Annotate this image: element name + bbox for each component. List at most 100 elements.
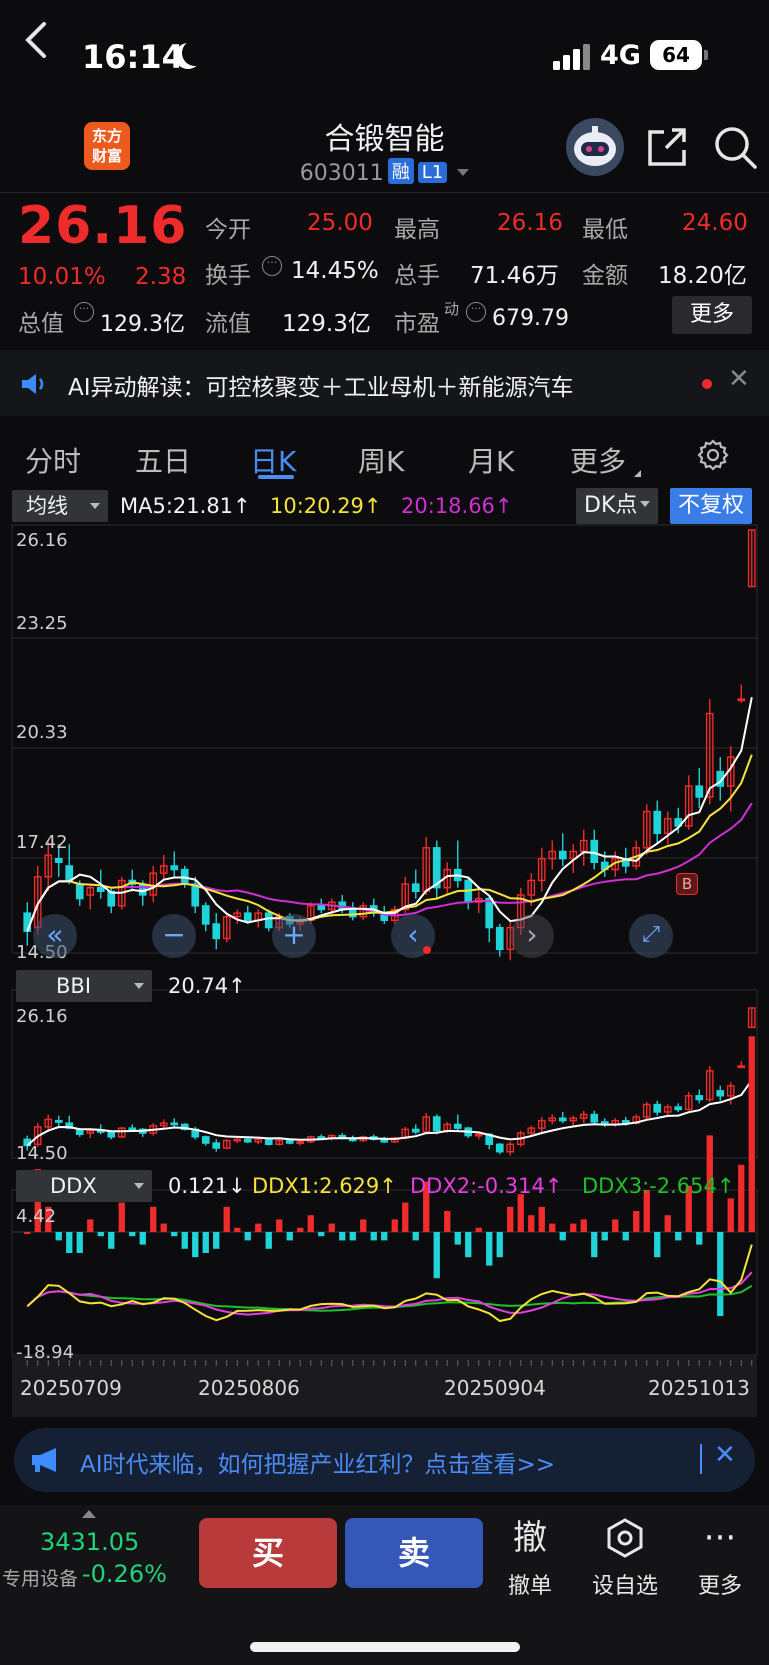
- candle: [558, 850, 567, 860]
- candle: [23, 912, 32, 932]
- buy-signal-marker[interactable]: B: [676, 873, 698, 895]
- sector-index-value[interactable]: 3431.05: [40, 1528, 139, 1556]
- ddx-bar: [696, 1232, 703, 1245]
- scroll-right-icon[interactable]: ›: [510, 914, 554, 958]
- candle: [411, 883, 420, 893]
- share-icon[interactable]: [646, 126, 690, 168]
- info-icon[interactable]: ···: [466, 302, 486, 322]
- fullscreen-icon[interactable]: ⤢: [629, 914, 673, 958]
- ddx-bar: [486, 1232, 493, 1266]
- ddx-bar: [591, 1232, 598, 1258]
- kline-chart[interactable]: [0, 490, 769, 1430]
- tab-more[interactable]: 更多: [570, 440, 626, 480]
- ddx-bar: [213, 1232, 220, 1249]
- ddx-bar: [286, 1232, 293, 1241]
- ddx-bar: [202, 1232, 209, 1253]
- active-tab-indicator: [258, 475, 294, 479]
- scroll-left-fast-icon[interactable]: «: [33, 914, 77, 958]
- more-quote-button[interactable]: 更多: [672, 296, 752, 334]
- candle: [695, 785, 704, 798]
- sell-button[interactable]: 卖: [345, 1518, 483, 1588]
- candle: [590, 839, 599, 864]
- ddx-bar: [391, 1219, 398, 1232]
- ddx-bar: [181, 1232, 188, 1249]
- date-label: 20250709: [20, 1376, 122, 1400]
- ddx-bar: [129, 1232, 136, 1237]
- bbi-frame: [11, 989, 758, 1159]
- buy-button[interactable]: 买: [199, 1518, 337, 1588]
- indicator-select-ddx[interactable]: DDX: [16, 1170, 152, 1202]
- indicator-select-bbi[interactable]: BBI: [16, 970, 152, 1002]
- info-icon[interactable]: ···: [262, 256, 282, 276]
- battery-icon: 64: [650, 40, 708, 70]
- ddx-bar: [402, 1202, 409, 1232]
- ddx-bar: [528, 1215, 535, 1232]
- ddx-bar: [727, 1198, 734, 1232]
- ddx-bar: [234, 1227, 241, 1232]
- ddx-bar: [381, 1232, 388, 1241]
- date-label: 20251013: [648, 1376, 750, 1400]
- zoom-in-icon[interactable]: +: [272, 914, 316, 958]
- tab-intraday[interactable]: 分时: [25, 440, 81, 480]
- level-tag: L1: [417, 162, 448, 183]
- ddx-bar: [549, 1223, 556, 1232]
- bbi-candle: [453, 1123, 462, 1129]
- mcap-label: 总值: [18, 311, 64, 337]
- close-icon[interactable]: ✕: [728, 364, 750, 394]
- y-label: 20.33: [16, 722, 68, 743]
- more-actions-button[interactable]: ··· 更多: [680, 1516, 760, 1600]
- ddx-bar: [97, 1232, 104, 1237]
- back-arrow-icon[interactable]: [18, 20, 54, 60]
- volume-label: 总手: [394, 263, 440, 289]
- candle: [75, 883, 84, 900]
- ddx2-readout: DDX2:-0.314↑: [410, 1174, 563, 1198]
- cancel-order-button[interactable]: 撤撤单: [490, 1516, 570, 1600]
- ai-promo-banner[interactable]: AI时代来临，如何把握产业红利？点击查看>> ✕: [14, 1428, 755, 1492]
- bbi-candle: [170, 1122, 179, 1126]
- bbi-candle: [54, 1119, 63, 1123]
- bbi-candle: [285, 1139, 294, 1144]
- candle: [54, 857, 63, 864]
- candle: [191, 883, 200, 907]
- ddx1-line: [26, 1244, 753, 1323]
- ddx-bar: [265, 1232, 272, 1249]
- ddx-bar: [118, 1202, 125, 1232]
- bbi-candle: [264, 1138, 273, 1145]
- ddx-bar: [444, 1211, 451, 1232]
- cancel-icon: 撤: [513, 1518, 547, 1558]
- ddx-bar: [55, 1232, 62, 1241]
- ddx-bar: [76, 1232, 83, 1253]
- ai-news-banner[interactable]: AI异动解读：可控核聚变＋工业母机＋新能源汽车 ✕: [0, 350, 769, 416]
- search-icon[interactable]: [712, 124, 758, 170]
- speaker-icon: [22, 374, 44, 394]
- tab-five-day[interactable]: 五日: [135, 440, 191, 480]
- bbi-candle: [432, 1116, 441, 1132]
- bbi-candle: [201, 1136, 210, 1144]
- tab-weekly-k[interactable]: 周K: [358, 440, 404, 480]
- zoom-out-icon[interactable]: −: [152, 914, 196, 958]
- expand-up-icon[interactable]: [82, 1510, 96, 1518]
- unread-dot: [702, 379, 712, 389]
- pe-superscript: 动: [444, 300, 460, 318]
- ddx-bar: [139, 1232, 146, 1245]
- more-dots-icon: ···: [703, 1518, 737, 1558]
- bbi-candle: [590, 1113, 599, 1123]
- add-watchlist-button[interactable]: 设自选: [585, 1516, 665, 1600]
- bbi-y-max: 26.16: [16, 1006, 68, 1027]
- amount-label: 金额: [582, 263, 628, 289]
- tab-monthly-k[interactable]: 月K: [468, 440, 514, 480]
- chevron-down-icon[interactable]: [457, 169, 470, 182]
- ai-news-text: AI异动解读：可控核聚变＋工业母机＋新能源汽车: [68, 375, 574, 401]
- bbi-candle: [653, 1103, 662, 1113]
- ddx-bar: [223, 1206, 230, 1232]
- info-icon[interactable]: ···: [74, 302, 94, 322]
- amount-value: 18.20亿: [658, 263, 747, 289]
- bbi-candle: [212, 1142, 221, 1149]
- ai-assistant-avatar[interactable]: [566, 118, 624, 176]
- candle: [201, 905, 210, 925]
- tab-daily-k[interactable]: 日K: [250, 440, 296, 480]
- sector-name[interactable]: 专用设备: [2, 1564, 78, 1591]
- float-value: 129.3亿: [282, 311, 371, 337]
- settings-gear-icon[interactable]: [696, 438, 730, 472]
- close-icon[interactable]: ✕: [714, 1440, 736, 1470]
